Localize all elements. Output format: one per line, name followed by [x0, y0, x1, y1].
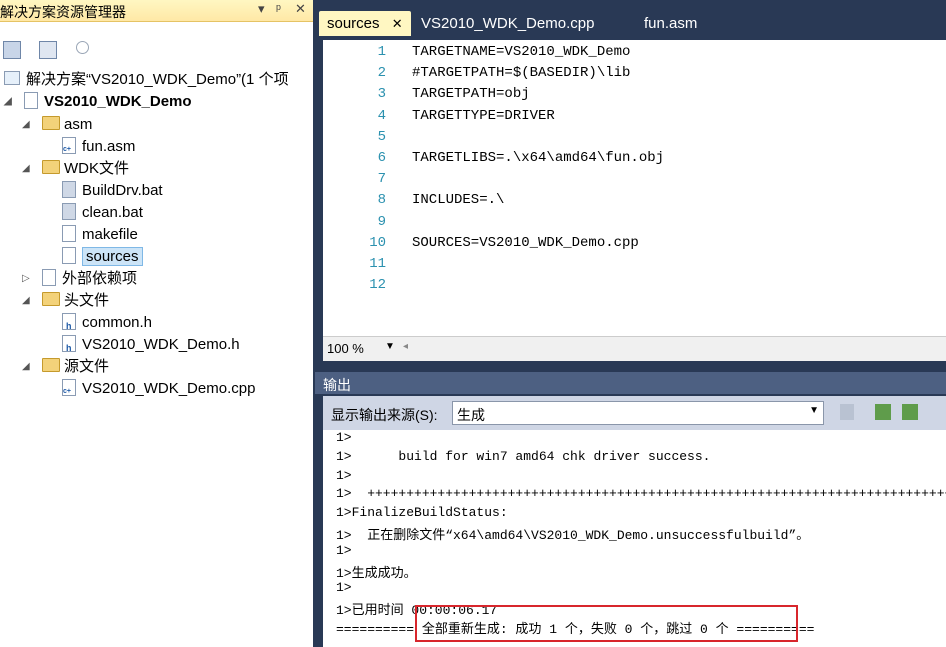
code-line: #TARGETPATH=$(BASEDIR)\lib — [412, 65, 631, 82]
editor-gutter — [323, 40, 343, 336]
code-line: TARGETNAME=VS2010_WDK_Demo — [412, 44, 631, 60]
line-number: 3 — [377, 86, 386, 103]
folder-headers[interactable]: ◢ 头文件 — [22, 290, 109, 312]
folder-icon — [42, 160, 60, 175]
output-line: 1>生成成功。 — [336, 565, 417, 581]
asm-file-icon — [62, 136, 76, 161]
output-line: 1> — [336, 542, 352, 558]
highlight-box — [415, 605, 798, 642]
code-line: INCLUDES=.\ — [412, 192, 505, 209]
folder-icon — [42, 116, 60, 131]
line-number: 11 — [369, 256, 386, 272]
line-number: 5 — [377, 128, 386, 145]
folder-icon — [42, 358, 60, 373]
refresh-icon[interactable] — [76, 41, 89, 54]
output-line: 1> build for win7 amd64 chk driver succe… — [336, 448, 711, 464]
file-sources[interactable]: sources — [62, 246, 143, 268]
line-number: 9 — [377, 213, 386, 230]
line-number: 1 — [377, 44, 386, 60]
close-tab-icon[interactable]: ✕ — [392, 16, 403, 31]
solution-explorer-titlebar: 解决方案资源管理器 ▾ ᵖ ✕ — [0, 0, 313, 22]
prev-message-icon[interactable] — [875, 404, 891, 420]
collapse-icon[interactable]: ◢ — [4, 91, 12, 113]
zoom-dropdown-icon[interactable]: ▼ — [385, 341, 395, 352]
folder-asm[interactable]: ◢ asm — [22, 114, 92, 136]
line-number: 4 — [377, 107, 386, 124]
line-number: 12 — [369, 277, 386, 294]
selected-item-label: sources — [82, 247, 143, 266]
output-line: 1> — [336, 467, 352, 483]
header-file-icon — [62, 312, 76, 337]
folder-sources[interactable]: ◢ 源文件 — [22, 356, 109, 378]
tab-fun-asm[interactable]: fun.asm — [644, 11, 697, 36]
window-position-icon[interactable]: ▾ — [258, 1, 265, 17]
external-deps-icon — [42, 268, 56, 286]
show-all-files-icon[interactable] — [39, 41, 57, 59]
code-editor[interactable] — [323, 40, 946, 336]
output-toolbar: 显示输出来源(S): 生成 ▼ — [323, 396, 946, 430]
editor-status-bar: 100 % ▼ ◂ — [323, 336, 946, 361]
code-line: TARGETLIBS=.\x64\amd64\fun.obj — [412, 150, 665, 166]
next-message-icon[interactable] — [902, 404, 918, 420]
line-number: 7 — [377, 171, 386, 188]
bat-file-icon — [62, 180, 76, 198]
find-message-icon[interactable] — [840, 404, 854, 420]
bat-file-icon — [62, 202, 76, 220]
expand-icon[interactable]: ▷ — [22, 268, 30, 290]
code-line: SOURCES=VS2010_WDK_Demo.cpp — [412, 234, 639, 251]
properties-icon[interactable] — [3, 41, 21, 59]
close-icon[interactable]: ✕ — [295, 1, 306, 17]
output-titlebar: 输出 — [315, 372, 946, 394]
tab-sources[interactable]: sources ✕ — [319, 11, 411, 36]
collapse-icon[interactable]: ◢ — [22, 356, 30, 378]
collapse-icon[interactable]: ◢ — [22, 114, 30, 136]
zoom-level[interactable]: 100 % — [327, 341, 364, 356]
file-clean-bat[interactable]: clean.bat — [62, 202, 143, 224]
file-makefile[interactable]: makefile — [62, 224, 138, 246]
output-title: 输出 — [323, 377, 351, 393]
output-source-select[interactable]: 生成 ▼ — [452, 401, 824, 425]
output-line: 1> — [336, 580, 352, 596]
folder-external-deps[interactable]: ▷ 外部依赖项 — [22, 268, 137, 290]
project-icon — [24, 91, 38, 109]
header-file-icon — [62, 334, 76, 359]
file-icon — [62, 224, 76, 242]
output-line: 1> 正在删除文件“x64\amd64\VS2010_WDK_Demo.unsu… — [336, 528, 810, 543]
code-line: TARGETPATH=obj — [412, 86, 530, 103]
solution-explorer-title: 解决方案资源管理器 — [0, 4, 126, 20]
collapse-icon[interactable]: ◢ — [22, 290, 30, 312]
folder-icon — [42, 292, 60, 307]
file-common-h[interactable]: common.h — [62, 312, 152, 337]
pin-icon[interactable]: ᵖ — [276, 1, 281, 16]
solution-icon — [4, 71, 20, 86]
file-builddrv-bat[interactable]: BuildDrv.bat — [62, 180, 163, 202]
file-icon — [62, 246, 76, 264]
solution-node[interactable]: 解决方案“VS2010_WDK_Demo”(1 个项 — [4, 69, 289, 91]
line-number: 6 — [377, 150, 386, 166]
file-fun-asm[interactable]: fun.asm — [62, 136, 135, 161]
folder-wdk[interactable]: ◢ WDK文件 — [22, 158, 129, 180]
line-number: 8 — [377, 192, 386, 209]
dropdown-icon[interactable]: ▼ — [809, 405, 819, 416]
file-demo-h[interactable]: VS2010_WDK_Demo.h — [62, 334, 240, 359]
output-line: 1>FinalizeBuildStatus: — [336, 505, 508, 521]
output-line: 1> — [336, 430, 352, 445]
line-number: 2 — [377, 65, 386, 82]
line-number: 10 — [369, 234, 386, 251]
code-line: TARGETTYPE=DRIVER — [412, 107, 555, 124]
cpp-file-icon — [62, 378, 76, 403]
output-source-label: 显示输出来源(S): — [331, 407, 438, 423]
collapse-icon[interactable]: ◢ — [22, 158, 30, 180]
scroll-left-icon[interactable]: ◂ — [403, 341, 408, 352]
output-line: 1> +++++++++++++++++++++++++++++++++++++… — [336, 486, 946, 502]
file-demo-cpp[interactable]: VS2010_WDK_Demo.cpp — [62, 378, 255, 403]
project-node[interactable]: ◢ VS2010_WDK_Demo — [4, 91, 192, 113]
tab-demo-cpp[interactable]: VS2010_WDK_Demo.cpp — [421, 11, 594, 36]
